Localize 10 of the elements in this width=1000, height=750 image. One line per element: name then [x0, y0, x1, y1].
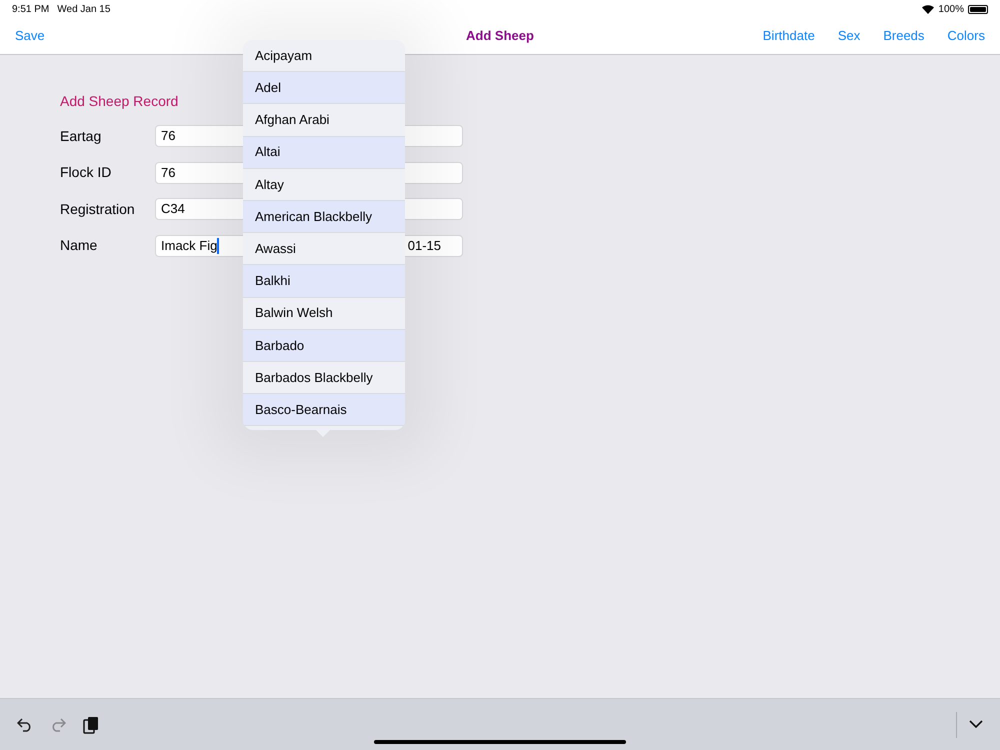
form-heading: Add Sheep Record — [60, 92, 180, 111]
battery-percent: 100% — [938, 2, 964, 16]
field-label: Name — [60, 236, 98, 255]
status-time: 9:51 PM — [12, 2, 50, 16]
nav-title: Add Sheep — [466, 27, 534, 46]
field-text: 01-15 — [408, 236, 441, 255]
field-label: Registration — [60, 200, 136, 219]
field-label: Flock ID — [60, 163, 112, 182]
status-date: Wed Jan 15 — [57, 2, 110, 16]
field-label: Eartag — [60, 126, 102, 146]
